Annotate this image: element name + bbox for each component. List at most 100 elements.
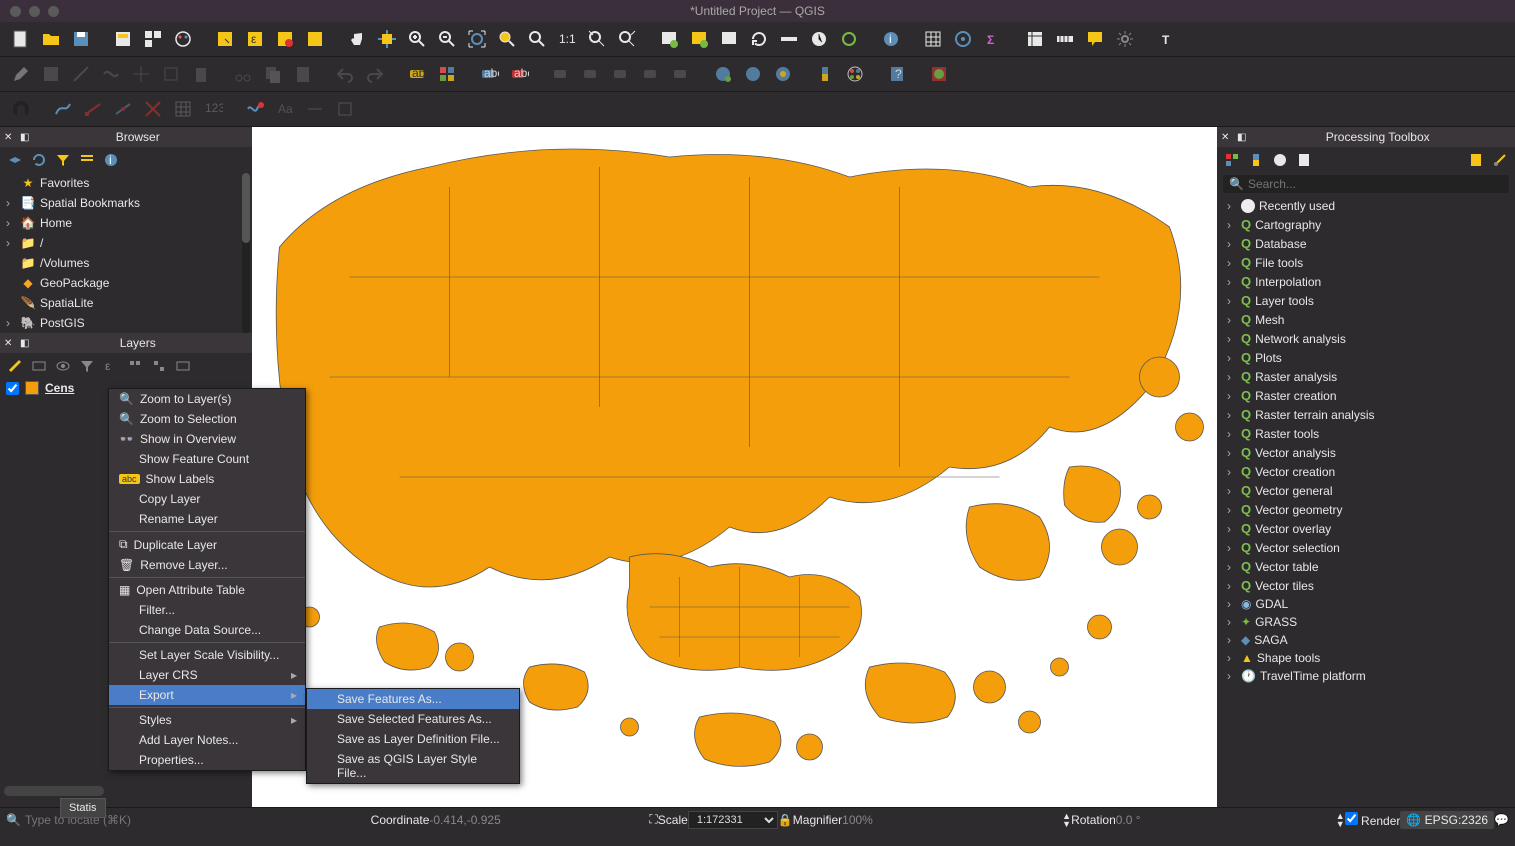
print-layout-icon[interactable] bbox=[110, 26, 136, 52]
proc-results-icon[interactable] bbox=[1295, 151, 1313, 169]
proc-group-vector-selection[interactable]: ›QVector selection bbox=[1217, 538, 1515, 557]
dim-tool-icon[interactable] bbox=[302, 96, 328, 122]
render-toggle[interactable]: Render bbox=[1345, 812, 1401, 828]
label-unpin-icon[interactable]: abc bbox=[506, 61, 532, 87]
edit-pencil-icon[interactable] bbox=[8, 61, 34, 87]
horizontal-scrollbar[interactable] bbox=[4, 786, 104, 796]
proc-group-gdal[interactable]: ›◉GDAL bbox=[1217, 595, 1515, 613]
cut-icon[interactable] bbox=[230, 61, 256, 87]
select-by-value-icon[interactable]: ε bbox=[242, 26, 268, 52]
curve-tool-icon[interactable] bbox=[50, 96, 76, 122]
plugin-manager-icon[interactable] bbox=[842, 61, 868, 87]
undo-icon[interactable] bbox=[332, 61, 358, 87]
add-feature-icon[interactable] bbox=[68, 61, 94, 87]
label-tool-3-icon[interactable] bbox=[608, 61, 634, 87]
proc-history-icon[interactable] bbox=[1271, 151, 1289, 169]
extents-icon[interactable]: ⛶ bbox=[649, 812, 657, 827]
proc-group-raster-tools[interactable]: ›QRaster tools bbox=[1217, 424, 1515, 443]
save-project-icon[interactable] bbox=[68, 26, 94, 52]
ctx-set-layer-scale-visibility-[interactable]: Set Layer Scale Visibility... bbox=[109, 645, 305, 665]
rotation-value[interactable] bbox=[1116, 813, 1336, 827]
field-calc-icon[interactable] bbox=[950, 26, 976, 52]
browser-scrollbar[interactable] bbox=[242, 173, 250, 333]
redo-icon[interactable] bbox=[362, 61, 388, 87]
processing-search-input[interactable] bbox=[1248, 177, 1503, 191]
proc-group-shape-tools[interactable]: ›▲Shape tools bbox=[1217, 649, 1515, 667]
processing-search[interactable]: 🔍 bbox=[1223, 175, 1509, 193]
detach-panel-icon[interactable]: ◧ bbox=[20, 132, 29, 143]
proc-group-network-analysis[interactable]: ›QNetwork analysis bbox=[1217, 329, 1515, 348]
proc-group-saga[interactable]: ›◆SAGA bbox=[1217, 631, 1515, 649]
measure-icon[interactable] bbox=[776, 26, 802, 52]
scale-select[interactable]: 1:172331 bbox=[688, 811, 778, 829]
copy-icon[interactable] bbox=[260, 61, 286, 87]
select-icon[interactable] bbox=[212, 26, 238, 52]
attribute-table-icon[interactable] bbox=[920, 26, 946, 52]
proc-python-icon[interactable] bbox=[1247, 151, 1265, 169]
browser-item-spatialite[interactable]: 🪶SpatiaLite bbox=[0, 293, 252, 313]
move-feature-icon[interactable] bbox=[128, 61, 154, 87]
zoom-out-icon[interactable] bbox=[434, 26, 460, 52]
export-save-as-layer-definition-file-[interactable]: Save as Layer Definition File... bbox=[307, 729, 519, 749]
rotation-stepper-icon[interactable]: ▲▼ bbox=[1336, 812, 1345, 828]
diagram-icon[interactable] bbox=[434, 61, 460, 87]
locator-input[interactable] bbox=[25, 813, 245, 827]
layer-visibility-checkbox[interactable] bbox=[6, 382, 19, 395]
layers-remove-icon[interactable] bbox=[174, 357, 192, 375]
label-tool-5-icon[interactable] bbox=[668, 61, 694, 87]
ctx-layer-crs[interactable]: Layer CRS▸ bbox=[109, 665, 305, 685]
browser-item-bookmarks[interactable]: ›📑Spatial Bookmarks bbox=[0, 193, 252, 213]
browser-item-home[interactable]: ›🏠Home bbox=[0, 213, 252, 233]
proc-group-cartography[interactable]: ›QCartography bbox=[1217, 215, 1515, 234]
text-tool-icon[interactable]: Aa bbox=[272, 96, 298, 122]
browser-item-root[interactable]: ›📁/ bbox=[0, 233, 252, 253]
zoom-in-icon[interactable] bbox=[404, 26, 430, 52]
paste-icon[interactable] bbox=[290, 61, 316, 87]
layers-add-group-icon[interactable] bbox=[30, 357, 48, 375]
layers-filter-icon[interactable] bbox=[78, 357, 96, 375]
zoom-last-icon[interactable] bbox=[584, 26, 610, 52]
browser-item-favorites[interactable]: ★Favorites bbox=[0, 173, 252, 193]
proc-group-layer-tools[interactable]: ›QLayer tools bbox=[1217, 291, 1515, 310]
ctx-show-feature-count[interactable]: Show Feature Count bbox=[109, 449, 305, 469]
ctx-zoom-to-layer-s-[interactable]: 🔍Zoom to Layer(s) bbox=[109, 389, 305, 409]
ctx-filter-[interactable]: Filter... bbox=[109, 600, 305, 620]
node-edit-icon[interactable] bbox=[80, 96, 106, 122]
grid-tool-icon[interactable] bbox=[170, 96, 196, 122]
ctx-duplicate-layer[interactable]: ⧉Duplicate Layer bbox=[109, 534, 305, 555]
ctx-properties-[interactable]: Properties... bbox=[109, 750, 305, 770]
ctx-show-labels[interactable]: abcShow Labels bbox=[109, 469, 305, 489]
ctx-change-data-source-[interactable]: Change Data Source... bbox=[109, 620, 305, 640]
open-project-icon[interactable] bbox=[38, 26, 64, 52]
deselect-icon[interactable] bbox=[272, 26, 298, 52]
proc-group-interpolation[interactable]: ›QInterpolation bbox=[1217, 272, 1515, 291]
proc-group-vector-table[interactable]: ›QVector table bbox=[1217, 557, 1515, 576]
style-manager-icon[interactable] bbox=[170, 26, 196, 52]
web-icon[interactable] bbox=[740, 61, 766, 87]
proc-group-raster-analysis[interactable]: ›QRaster analysis bbox=[1217, 367, 1515, 386]
proc-group-vector-tiles[interactable]: ›QVector tiles bbox=[1217, 576, 1515, 595]
delete-selected-icon[interactable] bbox=[188, 61, 214, 87]
text-annotation-icon[interactable]: T bbox=[1154, 26, 1180, 52]
close-processing-icon[interactable]: ✕ bbox=[1221, 132, 1229, 143]
new-map-view-icon[interactable] bbox=[656, 26, 682, 52]
proc-group-grass[interactable]: ›✦GRASS bbox=[1217, 613, 1515, 631]
zoom-native-icon[interactable]: 1:1 bbox=[554, 26, 580, 52]
refresh-all-icon[interactable] bbox=[836, 26, 862, 52]
proc-options-icon[interactable] bbox=[1491, 151, 1509, 169]
select-all-icon[interactable] bbox=[302, 26, 328, 52]
split-tool-icon[interactable] bbox=[140, 96, 166, 122]
refresh-icon[interactable] bbox=[746, 26, 772, 52]
layers-collapse-icon[interactable] bbox=[150, 357, 168, 375]
close-window-icon[interactable] bbox=[10, 6, 21, 17]
statistics-button[interactable]: Statis bbox=[60, 798, 106, 818]
vertex-tool-icon[interactable] bbox=[110, 96, 136, 122]
proc-group-traveltime-platform[interactable]: ›🕐TravelTime platform bbox=[1217, 667, 1515, 685]
proc-group-database[interactable]: ›QDatabase bbox=[1217, 234, 1515, 253]
measure-line-icon[interactable] bbox=[1052, 26, 1078, 52]
label-toolbar-icon[interactable]: abc bbox=[404, 61, 430, 87]
pan-to-selection-icon[interactable] bbox=[374, 26, 400, 52]
layers-expand-icon[interactable] bbox=[126, 357, 144, 375]
plugin-icon[interactable] bbox=[926, 61, 952, 87]
magnifier-stepper-icon[interactable]: ▲▼ bbox=[1062, 812, 1071, 828]
